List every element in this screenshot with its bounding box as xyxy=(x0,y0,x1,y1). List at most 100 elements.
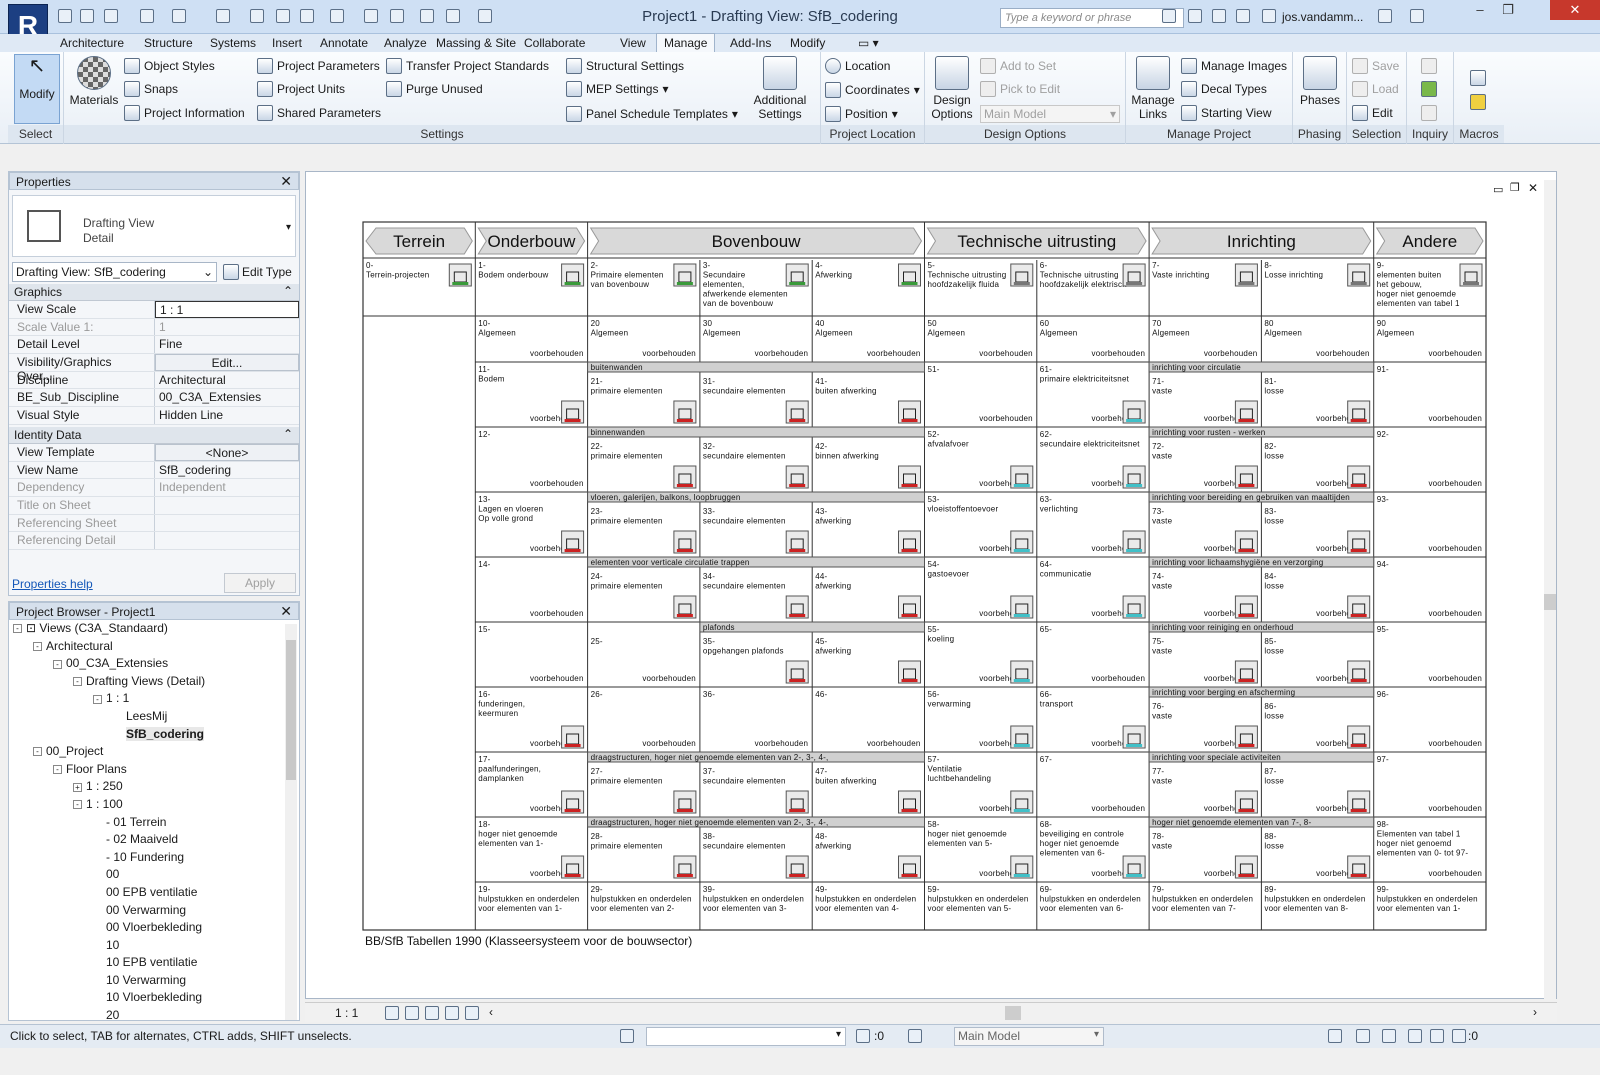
close-button[interactable]: ✕ xyxy=(1550,0,1600,20)
tab-collaborate[interactable]: Collaborate xyxy=(518,35,591,51)
collapse-icon[interactable]: - xyxy=(33,641,42,651)
user-icon[interactable] xyxy=(1262,9,1276,23)
drag-elements-icon[interactable] xyxy=(1430,1029,1444,1043)
browser-scroll-thumb[interactable] xyxy=(286,640,296,780)
instance-filter-select[interactable]: Drafting View: SfB_codering ⌄ xyxy=(12,262,217,282)
view-template-button[interactable]: <None> xyxy=(155,443,299,461)
location-button[interactable]: Location xyxy=(825,58,890,74)
collapse-icon[interactable]: - xyxy=(93,694,102,704)
property-value[interactable]: Hidden Line xyxy=(155,407,299,424)
worksets-icon[interactable] xyxy=(620,1029,634,1043)
ids-of-selection-button[interactable] xyxy=(1421,58,1437,74)
browser-item[interactable]: 00 EPB ventilatie xyxy=(9,884,299,902)
add-to-set-button[interactable]: Add to Set xyxy=(980,58,1056,74)
switch-windows-icon[interactable] xyxy=(446,9,460,23)
panel-schedule-templates-button[interactable]: Panel Schedule Templates ▾ xyxy=(566,106,738,122)
subscription-icon[interactable] xyxy=(1188,9,1202,23)
manage-images-button[interactable]: Manage Images xyxy=(1181,58,1287,74)
mep-settings-button[interactable]: MEP Settings ▾ xyxy=(566,81,669,97)
tab-systems[interactable]: Systems xyxy=(204,35,262,51)
browser-item[interactable]: - 01 Terrein xyxy=(9,814,299,832)
exchange-apps-icon[interactable] xyxy=(1378,9,1392,23)
collapse-icon[interactable]: - xyxy=(73,800,82,810)
property-row[interactable]: Referencing Sheet xyxy=(9,514,299,533)
redo-icon[interactable] xyxy=(172,9,186,23)
browser-item[interactable]: 00 Vloerbekleding xyxy=(9,919,299,937)
macro-security-button[interactable] xyxy=(1470,94,1486,110)
browser-item[interactable]: 20 xyxy=(9,1007,299,1020)
reveal-hidden-icon[interactable] xyxy=(465,1006,479,1020)
macro-manager-button[interactable] xyxy=(1470,70,1486,86)
property-value[interactable]: 00_C3A_Extensies xyxy=(155,389,299,406)
browser-scrollbar[interactable] xyxy=(285,624,297,1020)
expand-icon[interactable]: + xyxy=(73,782,82,792)
select-links-icon[interactable] xyxy=(1328,1029,1342,1043)
tab-annotate[interactable]: Annotate xyxy=(314,35,374,51)
vertical-scrollbar[interactable] xyxy=(1544,180,1556,1000)
section-icon[interactable] xyxy=(364,9,378,23)
property-row[interactable]: View Name SfB_codering xyxy=(9,461,299,480)
view-scale[interactable]: 1 : 1 xyxy=(335,1006,358,1020)
visual-style-icon[interactable] xyxy=(405,1006,419,1020)
help-icon[interactable] xyxy=(1410,9,1424,23)
close-icon[interactable]: ✕ xyxy=(280,173,292,190)
property-row[interactable]: View Template <None> xyxy=(9,443,299,462)
design-option-select[interactable]: Main Model ▾ xyxy=(980,105,1120,123)
snaps-button[interactable]: Snaps xyxy=(124,81,178,97)
minimize-ribbon-icon[interactable]: ▭ ▾ xyxy=(852,35,885,51)
transfer-project-standards-button[interactable]: Transfer Project Standards xyxy=(386,58,549,74)
collapse-icon[interactable]: - xyxy=(73,677,82,687)
dimension-icon[interactable] xyxy=(250,9,264,23)
select-pinned-icon[interactable] xyxy=(1382,1029,1396,1043)
sync-icon[interactable] xyxy=(104,9,118,23)
additional-settings-button[interactable]: Additional Settings xyxy=(750,56,810,121)
view-scale-input[interactable]: 1 : 1 xyxy=(155,301,299,318)
tag-icon[interactable] xyxy=(276,9,290,23)
collapse-icon[interactable]: - xyxy=(33,747,42,757)
text-icon[interactable] xyxy=(300,9,314,23)
select-panel-label[interactable]: Select xyxy=(8,125,63,143)
workset-select[interactable]: ▾ xyxy=(646,1027,846,1046)
property-value[interactable]: Architectural xyxy=(155,372,299,389)
tab-view[interactable]: View xyxy=(614,35,652,51)
user-name[interactable]: jos.vandamm... xyxy=(1282,10,1363,24)
tab-massing-site[interactable]: Massing & Site xyxy=(430,35,522,51)
tab-structure[interactable]: Structure xyxy=(138,35,199,51)
property-value[interactable]: SfB_codering xyxy=(155,462,299,479)
pick-to-edit-button[interactable]: Pick to Edit xyxy=(980,81,1060,97)
object-styles-button[interactable]: Object Styles xyxy=(124,58,215,74)
decal-types-button[interactable]: Decal Types xyxy=(1181,81,1267,97)
modify-button[interactable]: ↖ Modify xyxy=(14,54,60,124)
thin-lines-icon[interactable] xyxy=(390,9,404,23)
editing-requests-icon[interactable] xyxy=(856,1029,870,1043)
apply-button[interactable]: Apply xyxy=(224,573,296,593)
design-option-status-select[interactable]: Main Model ▾ xyxy=(954,1027,1104,1046)
help-search-input[interactable]: Type a keyword or phrase xyxy=(1000,8,1184,28)
restore-button[interactable]: ❐ xyxy=(1494,0,1522,20)
identity-section[interactable]: Identity Data ⌃ xyxy=(9,426,299,444)
browser-item[interactable]: - 02 Maaiveld xyxy=(9,831,299,849)
position-button[interactable]: Position ▾ xyxy=(825,106,898,122)
purge-unused-button[interactable]: Purge Unused xyxy=(386,81,483,97)
collapse-icon[interactable]: - xyxy=(53,765,62,775)
measure-icon[interactable] xyxy=(216,9,230,23)
project-parameters-button[interactable]: Project Parameters xyxy=(257,58,380,74)
browser-item[interactable]: - Architectural xyxy=(9,638,299,656)
browser-item[interactable]: 10 EPB ventilatie xyxy=(9,954,299,972)
detail-level-icon[interactable] xyxy=(385,1006,399,1020)
design-options-status-icon[interactable] xyxy=(908,1029,922,1043)
close-icon[interactable]: ✕ xyxy=(280,603,292,620)
properties-help-link[interactable]: Properties help xyxy=(12,577,93,591)
materials-button[interactable]: Materials xyxy=(68,56,120,107)
browser-item[interactable]: 10 Vloerbekleding xyxy=(9,989,299,1007)
select-underlay-icon[interactable] xyxy=(1356,1029,1370,1043)
filter-icon[interactable] xyxy=(1452,1029,1466,1043)
save-icon[interactable] xyxy=(80,9,94,23)
tab-add-ins[interactable]: Add-Ins xyxy=(724,35,777,51)
save-selection-button[interactable]: Save xyxy=(1352,58,1399,74)
view-minimize-icon[interactable]: ▭ xyxy=(1493,183,1503,196)
visibility-edit-button[interactable]: Edit... xyxy=(155,354,299,371)
tab-architecture[interactable]: Architecture xyxy=(54,35,130,51)
property-row[interactable]: Visibility/Graphics Over... Edit... xyxy=(9,354,299,383)
browser-item[interactable]: 00 Verwarming xyxy=(9,902,299,920)
